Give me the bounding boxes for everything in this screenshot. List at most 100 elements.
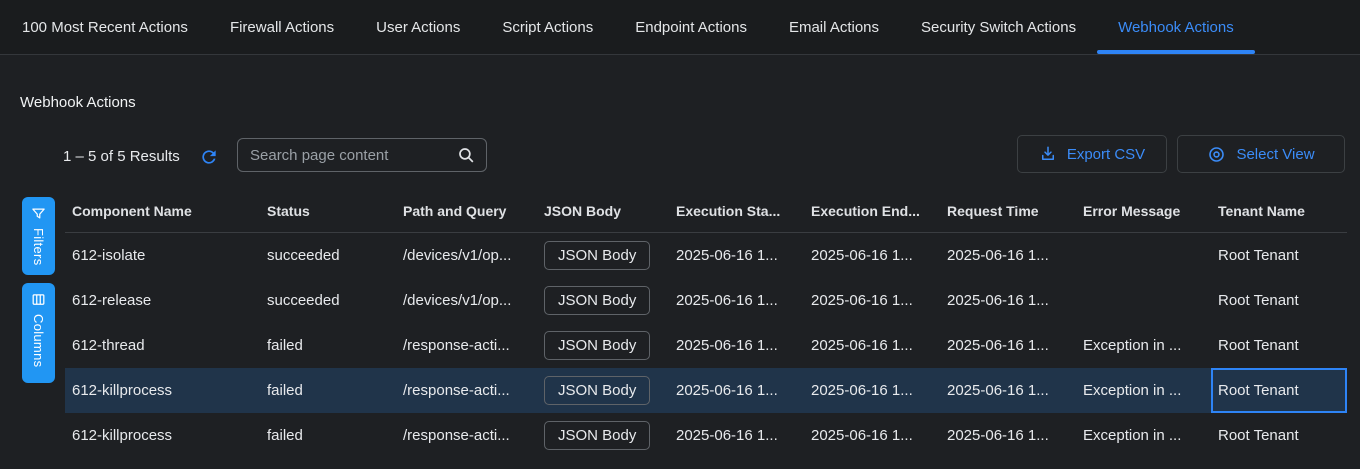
cell-execution-end[interactable]: 2025-06-16 1... [804,278,940,323]
columns-icon [31,292,46,307]
cell-request-time[interactable]: 2025-06-16 1... [940,368,1076,413]
tab-user-actions[interactable]: User Actions [355,0,481,54]
cell-execution-end[interactable]: 2025-06-16 1... [804,368,940,413]
tab-webhook-actions[interactable]: Webhook Actions [1097,0,1255,54]
table-row: 612-killprocessfailed/response-acti...JS… [65,368,1347,413]
tab-label: Webhook Actions [1118,19,1234,36]
cell-execution-start[interactable]: 2025-06-16 1... [669,278,804,323]
tab-label: Firewall Actions [230,19,334,36]
cell-component-name[interactable]: 612-thread [65,323,260,368]
download-icon [1039,145,1057,163]
cell-component-name[interactable]: 612-killprocess [65,413,260,458]
filter-icon [31,206,46,221]
cell-execution-start[interactable]: 2025-06-16 1... [669,413,804,458]
cell-tenant-name[interactable]: Root Tenant [1211,233,1347,278]
tab-email-actions[interactable]: Email Actions [768,0,900,54]
json-body-button[interactable]: JSON Body [544,241,650,270]
cell-execution-end[interactable]: 2025-06-16 1... [804,233,940,278]
export-csv-button[interactable]: Export CSV [1017,135,1167,173]
cell-status[interactable]: failed [260,368,396,413]
search-icon[interactable] [457,146,476,165]
cell-status[interactable]: succeeded [260,278,396,323]
tab-label: Email Actions [789,19,879,36]
cell-status[interactable]: succeeded [260,233,396,278]
tab-bar: 100 Most Recent Actions Firewall Actions U… [0,0,1360,55]
cell-tenant-name[interactable]: Root Tenant [1211,413,1347,458]
cell-execution-end[interactable]: 2025-06-16 1... [804,413,940,458]
refresh-button[interactable] [198,146,220,168]
tab-label: Security Switch Actions [921,19,1076,36]
table-row: 612-releasesucceeded/devices/v1/op...JSO… [65,278,1347,323]
column-header-path-and-query[interactable]: Path and Query [396,190,537,232]
webhook-actions-table: Component NameStatusPath and QueryJSON B… [65,190,1347,458]
cell-component-name[interactable]: 612-killprocess [65,368,260,413]
cell-tenant-name[interactable]: Root Tenant [1211,368,1347,413]
cell-request-time[interactable]: 2025-06-16 1... [940,323,1076,368]
page-title: Webhook Actions [20,94,136,111]
columns-label: Columns [31,314,46,367]
json-body-button[interactable]: JSON Body [544,421,650,450]
search-box [237,138,487,172]
tab-label: Endpoint Actions [635,19,747,36]
cell-json-body[interactable]: JSON Body [537,368,669,413]
tab-script-actions[interactable]: Script Actions [481,0,614,54]
table-row: 612-isolatesucceeded/devices/v1/op...JSO… [65,233,1347,278]
cell-error-message[interactable]: Exception in ... [1076,323,1211,368]
column-header-status[interactable]: Status [260,190,396,232]
cell-request-time[interactable]: 2025-06-16 1... [940,233,1076,278]
cell-execution-start[interactable]: 2025-06-16 1... [669,323,804,368]
columns-button[interactable]: Columns [22,283,55,383]
filters-button[interactable]: Filters [22,197,55,275]
select-view-button[interactable]: Select View [1177,135,1345,173]
results-count: 1 – 5 of 5 Results [63,148,180,165]
cell-json-body[interactable]: JSON Body [537,278,669,323]
cell-json-body[interactable]: JSON Body [537,233,669,278]
cell-error-message[interactable]: Exception in ... [1076,368,1211,413]
column-header-execution-end[interactable]: Execution End... [804,190,940,232]
search-input[interactable] [238,147,457,164]
cell-status[interactable]: failed [260,323,396,368]
cell-path[interactable]: /devices/v1/op... [396,233,537,278]
column-header-component-name[interactable]: Component Name [65,190,260,232]
cell-error-message[interactable]: Exception in ... [1076,413,1211,458]
cell-status[interactable]: failed [260,413,396,458]
eye-icon [1207,145,1226,164]
column-header-json-body[interactable]: JSON Body [537,190,669,232]
cell-tenant-name[interactable]: Root Tenant [1211,323,1347,368]
cell-path[interactable]: /response-acti... [396,413,537,458]
table-row: 612-threadfailed/response-acti...JSON Bo… [65,323,1347,368]
cell-path[interactable]: /response-acti... [396,368,537,413]
json-body-button[interactable]: JSON Body [544,286,650,315]
column-header-execution-sta[interactable]: Execution Sta... [669,190,804,232]
tab-firewall-actions[interactable]: Firewall Actions [209,0,355,54]
column-header-tenant-name[interactable]: Tenant Name [1211,190,1347,232]
cell-error-message[interactable] [1076,278,1211,323]
tab-endpoint-actions[interactable]: Endpoint Actions [614,0,768,54]
cell-json-body[interactable]: JSON Body [537,323,669,368]
tab-100-most-recent-actions[interactable]: 100 Most Recent Actions [1,0,209,54]
tab-security-switch-actions[interactable]: Security Switch Actions [900,0,1097,54]
column-header-error-message[interactable]: Error Message [1076,190,1211,232]
cell-execution-end[interactable]: 2025-06-16 1... [804,323,940,368]
tab-label: Script Actions [502,19,593,36]
cell-json-body[interactable]: JSON Body [537,413,669,458]
table-header-row: Component NameStatusPath and QueryJSON B… [65,190,1347,233]
cell-execution-start[interactable]: 2025-06-16 1... [669,233,804,278]
cell-execution-start[interactable]: 2025-06-16 1... [669,368,804,413]
export-csv-label: Export CSV [1067,146,1145,163]
cell-component-name[interactable]: 612-release [65,278,260,323]
json-body-button[interactable]: JSON Body [544,331,650,360]
column-header-request-time[interactable]: Request Time [940,190,1076,232]
cell-component-name[interactable]: 612-isolate [65,233,260,278]
cell-path[interactable]: /response-acti... [396,323,537,368]
cell-tenant-name[interactable]: Root Tenant [1211,278,1347,323]
table-row: 612-killprocessfailed/response-acti...JS… [65,413,1347,458]
cell-request-time[interactable]: 2025-06-16 1... [940,413,1076,458]
tab-label: User Actions [376,19,460,36]
json-body-button[interactable]: JSON Body [544,376,650,405]
cell-request-time[interactable]: 2025-06-16 1... [940,278,1076,323]
cell-error-message[interactable] [1076,233,1211,278]
cell-path[interactable]: /devices/v1/op... [396,278,537,323]
refresh-icon [199,147,219,167]
filters-label: Filters [31,228,46,266]
